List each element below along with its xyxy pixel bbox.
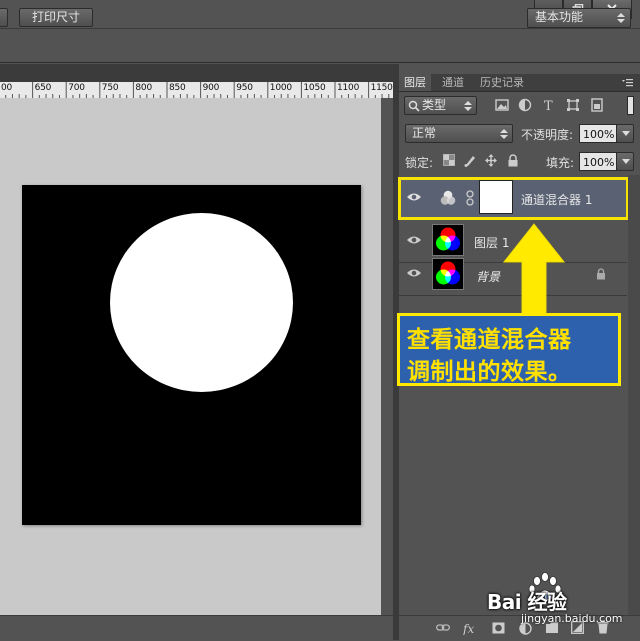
white-circle-shape — [110, 213, 293, 392]
tab-history[interactable]: 历史记录 — [475, 74, 529, 91]
document-tab-bar — [0, 64, 395, 82]
ruler-tick-label: 1100 — [337, 83, 360, 93]
ruler-tick-label: 00 — [1, 83, 13, 93]
tab-channels[interactable]: 通道 — [437, 74, 469, 91]
add-mask-icon[interactable] — [492, 622, 505, 634]
filter-toggle-switch[interactable] — [627, 96, 634, 115]
options-bar — [0, 28, 640, 63]
svg-text:T: T — [544, 99, 553, 112]
layer-thumbnail — [432, 224, 464, 256]
lock-all-icon[interactable] — [507, 154, 519, 167]
ruler-tick-label: 900 — [202, 83, 220, 93]
spinner-arrows-icon — [617, 13, 625, 23]
search-icon — [408, 100, 420, 112]
fill-label: 填充: — [546, 156, 575, 170]
shape-filter-icon[interactable] — [566, 98, 580, 112]
lock-position-icon[interactable] — [485, 154, 497, 167]
opacity-dropdown-button[interactable] — [616, 124, 634, 143]
annotation-line-2: 调制出的效果。 — [407, 359, 572, 385]
fill-dropdown-button[interactable] — [616, 152, 634, 171]
ruler-tick-label: 1150 — [370, 83, 393, 93]
lock-label: 锁定: — [405, 156, 434, 170]
annotation-callout: 查看通道混合器 调制出的效果。 — [397, 313, 621, 386]
watermark-url: jingyan.baidu.com — [521, 612, 623, 625]
horizontal-ruler: 00 650 700 750 800 850 900 950 1000 1050 1100 1150 — [0, 82, 393, 98]
panel-tab-bar: 图层 通道 历史记录 — [399, 74, 640, 92]
ruler-ticks — [5, 82, 390, 98]
rgb-circles-thumbnail — [436, 227, 460, 251]
ruler-tick-label: 950 — [236, 83, 253, 93]
annotation-arrow-icon — [502, 223, 566, 315]
type-filter-icon[interactable]: T — [542, 98, 556, 112]
chevron-down-icon — [622, 159, 630, 164]
eye-icon[interactable] — [406, 267, 422, 279]
ruler-tick-label: 850 — [169, 83, 186, 93]
lock-transparent-pixels-icon[interactable] — [443, 154, 455, 167]
adjustment-filter-icon[interactable] — [518, 98, 532, 112]
tab-layers[interactable]: 图层 — [399, 74, 431, 91]
ruler-tick-label: 700 — [68, 83, 85, 93]
eye-icon[interactable] — [406, 234, 422, 246]
layer-name: 背景 — [476, 270, 501, 284]
layer-thumbnail — [432, 258, 464, 290]
workspace-label: 基本功能 — [535, 10, 584, 24]
chevron-down-icon — [622, 131, 630, 136]
rgb-circles-thumbnail — [436, 261, 460, 285]
spinner-arrows-icon — [500, 129, 508, 139]
ruler-tick-label: 650 — [34, 83, 52, 93]
pixel-filter-icon[interactable] — [495, 98, 509, 112]
lock-icon — [597, 268, 605, 280]
annotation-line-1: 查看通道混合器 — [407, 327, 572, 353]
ruler-tick-label: 750 — [101, 83, 119, 93]
watermark-brand: Bai 经验 — [487, 590, 567, 614]
options-button-partial[interactable] — [0, 8, 8, 27]
opacity-label: 不透明度: — [521, 128, 574, 142]
smart-object-filter-icon[interactable] — [590, 98, 604, 112]
print-size-button[interactable]: 打印尺寸 — [19, 8, 93, 27]
opacity-input[interactable]: 100% — [579, 124, 617, 143]
layer-effects-icon[interactable]: fx — [463, 621, 479, 635]
workspace-select[interactable]: 基本功能 — [527, 8, 631, 28]
lock-image-pixels-icon[interactable] — [464, 154, 476, 167]
canvas-vertical-scrollbar[interactable] — [381, 98, 393, 615]
ruler-tick-label: 800 — [135, 83, 152, 93]
document-status-bar — [0, 615, 393, 641]
kind-filter-label: 类型 — [422, 98, 447, 112]
layers-scrollbar[interactable] — [628, 175, 640, 615]
fill-input[interactable]: 100% — [579, 152, 617, 171]
svg-text:fx: fx — [463, 622, 474, 635]
spinner-arrows-icon — [464, 101, 472, 111]
ruler-tick-label: 1050 — [303, 83, 326, 93]
layer-kind-filter[interactable]: 类型 — [404, 96, 477, 115]
blend-mode-value: 正常 — [412, 126, 437, 140]
link-layers-icon[interactable] — [436, 622, 450, 634]
highlight-frame — [398, 177, 629, 220]
panel-menu-icon[interactable] — [620, 77, 634, 89]
ruler-tick-label: 1000 — [269, 83, 292, 93]
blend-mode-select[interactable]: 正常 — [405, 124, 513, 143]
